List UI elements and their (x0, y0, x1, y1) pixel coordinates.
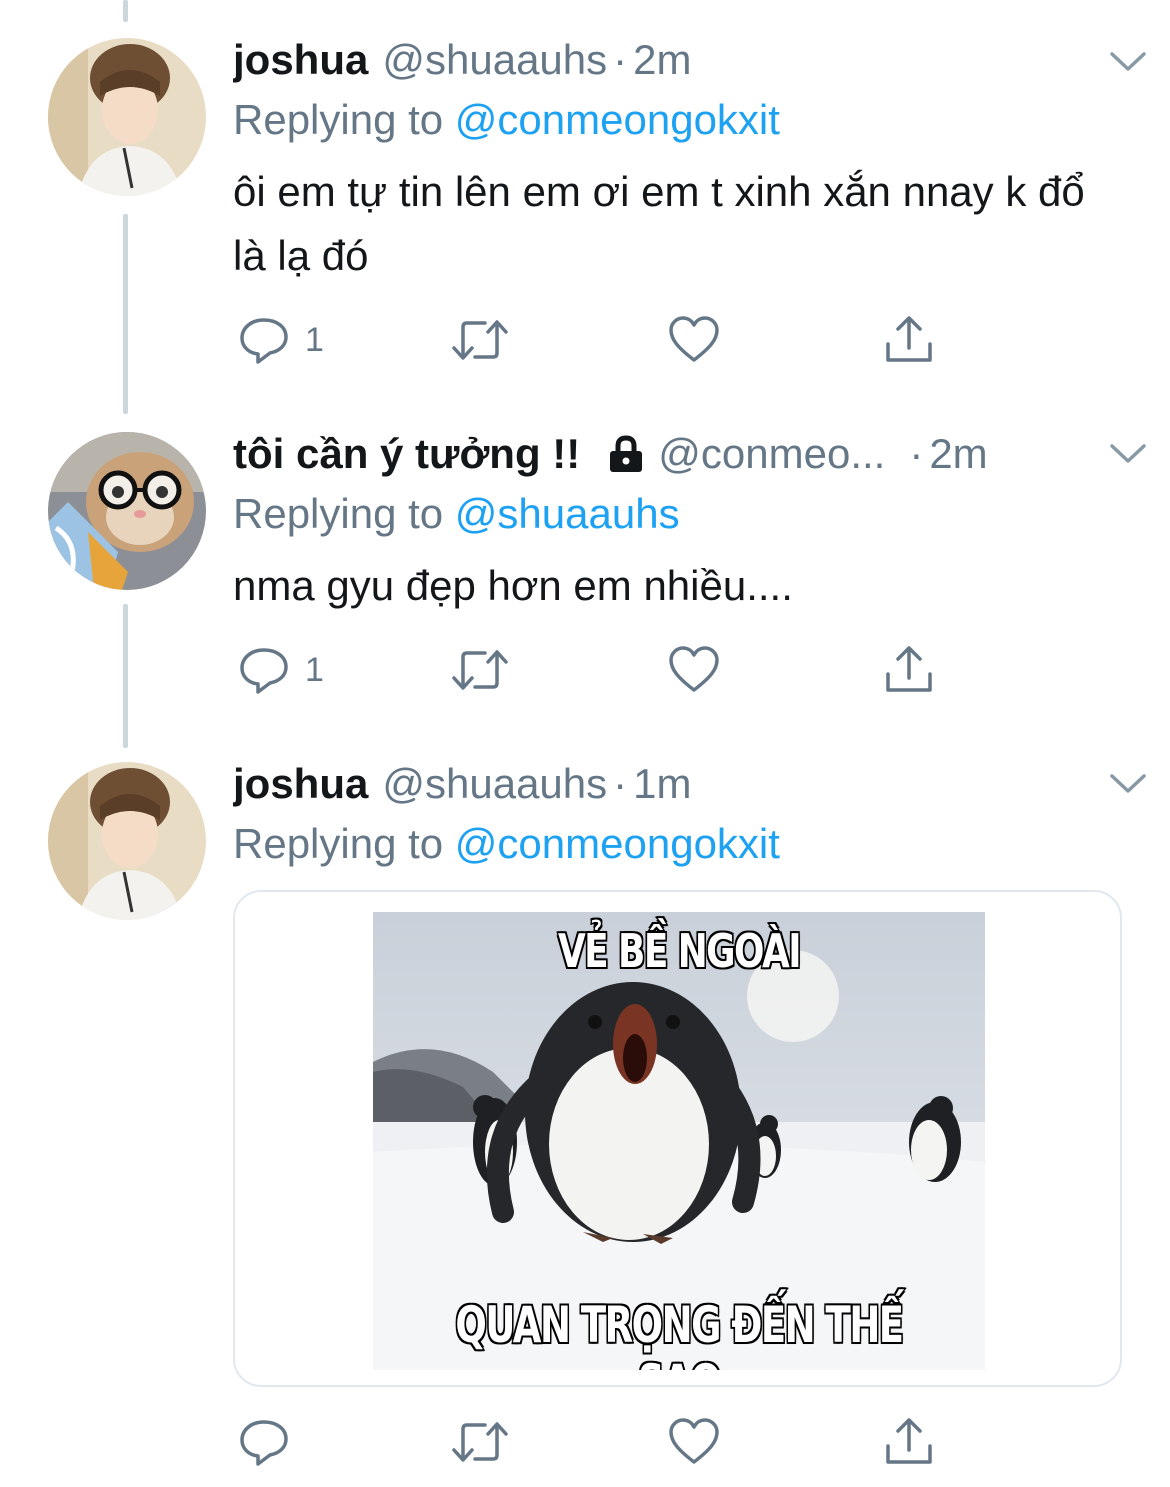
tweet-text: nma gyu đẹp hơn em nhiều.... (233, 562, 793, 609)
replying-prefix: Replying to (233, 490, 444, 537)
share-icon (886, 646, 932, 692)
avatar[interactable] (48, 432, 206, 590)
retweet-button[interactable] (451, 640, 509, 700)
user-handle[interactable]: @conmeo... (658, 430, 885, 478)
lock-icon (606, 434, 646, 474)
heart-icon (669, 1418, 719, 1464)
replying-prefix: Replying to (233, 820, 444, 867)
chevron-down-icon[interactable] (1106, 768, 1150, 798)
like-button[interactable] (667, 640, 721, 700)
avatar-image (48, 762, 206, 920)
reply-button[interactable]: 1 (237, 310, 324, 370)
retweet-icon (452, 320, 508, 360)
tweet-header: joshua @shuaauhs · 1m (233, 754, 1122, 814)
replying-to-link[interactable]: @shuaauhs (455, 490, 680, 537)
retweet-button[interactable] (451, 310, 509, 370)
tweet-header: tôi cần ý tưởng !! @conmeo... · 2m (233, 424, 1122, 484)
tweet-header: joshua @shuaauhs · 2m (233, 30, 1122, 90)
separator-dot: · (613, 36, 628, 83)
timestamp[interactable]: 1m (633, 760, 691, 808)
avatar[interactable] (48, 762, 206, 920)
reply-button[interactable]: 1 (237, 640, 324, 700)
replying-to-link[interactable]: @conmeongokxit (455, 820, 780, 867)
media-card[interactable]: VẺ BỀ NGOÀI QUAN TRỌNG ĐẾN THẾ SAO (233, 890, 1122, 1387)
replying-to: Replying to @conmeongokxit (233, 90, 1122, 150)
avatar[interactable] (48, 38, 206, 196)
reply-icon (240, 648, 288, 694)
timestamp[interactable]: 2m (633, 36, 691, 84)
display-name[interactable]: tôi cần ý tưởng !! (233, 430, 580, 478)
display-name[interactable]: joshua (233, 760, 368, 808)
tweet[interactable]: joshua @shuaauhs · 1m Replying to @conme… (0, 754, 1170, 1487)
separator-dot: · (909, 430, 924, 477)
meme-image[interactable]: VẺ BỀ NGOÀI QUAN TRỌNG ĐẾN THẾ SAO (373, 912, 985, 1370)
heart-icon (669, 316, 719, 362)
user-handle[interactable]: @shuaauhs (382, 36, 607, 84)
reply-button[interactable] (237, 1412, 291, 1472)
tweet-text: ôi em tự tin lên em ơi em t xinh xắn nna… (233, 168, 1085, 279)
avatar-image (48, 432, 206, 590)
chevron-down-icon[interactable] (1106, 46, 1150, 76)
reply-count: 1 (305, 650, 324, 689)
replying-prefix: Replying to (233, 96, 444, 143)
chevron-down-icon[interactable] (1106, 438, 1150, 468)
tweet[interactable]: joshua @shuaauhs · 2m Replying to @conme… (0, 30, 1170, 400)
replying-to: Replying to @conmeongokxit (233, 814, 1122, 874)
like-button[interactable] (667, 310, 721, 370)
share-button[interactable] (883, 1412, 935, 1472)
tweet-actions (233, 1412, 1122, 1472)
thread-view: joshua @shuaauhs · 2m Replying to @conme… (0, 0, 1170, 1487)
tweet-actions: 1 (233, 640, 1122, 700)
meme-caption-top: VẺ BỀ NGOÀI (557, 923, 803, 980)
replying-to: Replying to @shuaauhs (233, 484, 1122, 544)
like-button[interactable] (667, 1412, 721, 1472)
avatar-image (48, 38, 206, 196)
share-icon (886, 1418, 932, 1464)
tweet-actions: 1 (233, 310, 1122, 370)
reply-icon (240, 1420, 288, 1466)
thread-connector-line (123, 0, 128, 22)
separator-dot: · (613, 760, 628, 807)
retweet-icon (452, 1422, 508, 1462)
share-button[interactable] (883, 310, 935, 370)
tweet[interactable]: tôi cần ý tưởng !! @conmeo... · 2m Reply… (0, 424, 1170, 724)
retweet-icon (452, 650, 508, 690)
heart-icon (669, 646, 719, 692)
reply-count: 1 (305, 320, 324, 359)
meme-caption-bottom: QUAN TRỌNG ĐẾN THẾ SAO (454, 1295, 905, 1371)
reply-icon (240, 318, 288, 364)
user-handle[interactable]: @shuaauhs (382, 760, 607, 808)
retweet-button[interactable] (451, 1412, 509, 1472)
share-button[interactable] (883, 640, 935, 700)
display-name[interactable]: joshua (233, 36, 368, 84)
replying-to-link[interactable]: @conmeongokxit (455, 96, 780, 143)
share-icon (886, 316, 932, 362)
timestamp[interactable]: 2m (929, 430, 987, 478)
